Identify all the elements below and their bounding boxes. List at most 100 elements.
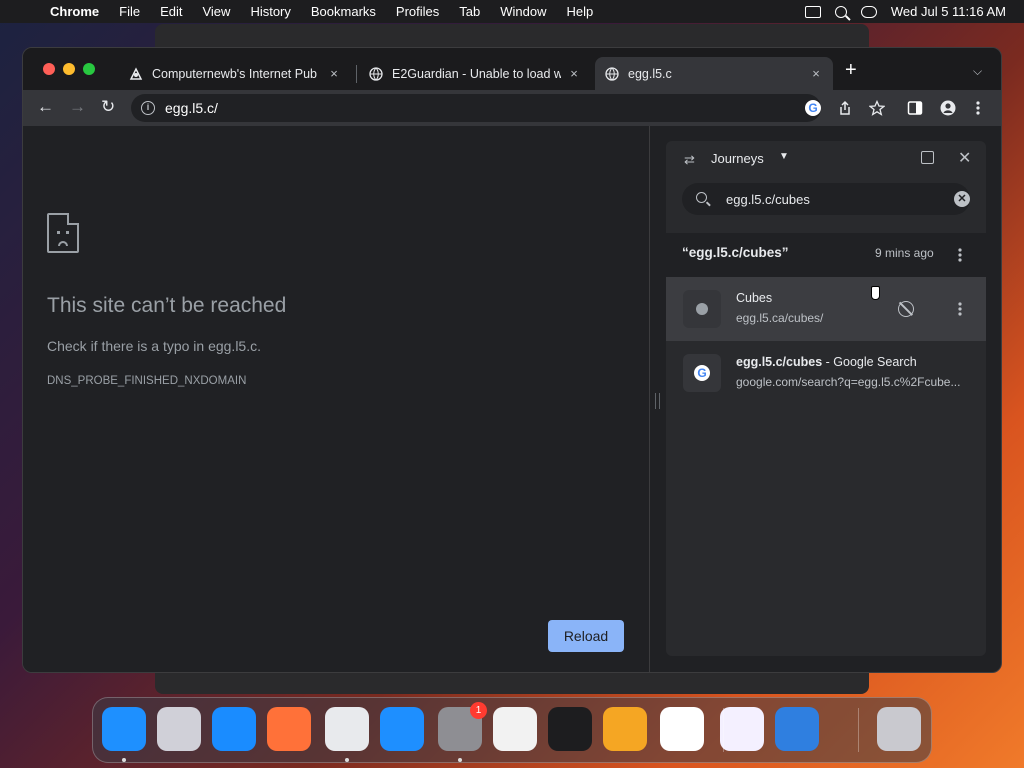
clear-search-icon[interactable]: ✕: [954, 191, 970, 207]
tab-close-icon[interactable]: ×: [567, 66, 581, 81]
globe-favicon-icon: [605, 66, 619, 81]
dock-app-store-icon[interactable]: [380, 707, 424, 751]
result-url: egg.l5.ca/cubes/: [736, 311, 824, 325]
tab-egg-l5-c[interactable]: egg.l5.c ×: [595, 57, 833, 90]
result-url: google.com/search?q=egg.l5.c%2Fcube...: [736, 375, 961, 389]
globe-icon: [696, 303, 708, 315]
address-bar[interactable]: i egg.l5.c/: [131, 94, 821, 122]
pub-favicon-icon: [129, 66, 143, 80]
menu-app-name[interactable]: Chrome: [40, 4, 109, 19]
menu-profiles[interactable]: Profiles: [386, 4, 449, 19]
journeys-search-box[interactable]: ✕: [682, 183, 970, 215]
dock-chrome-icon[interactable]: [325, 707, 369, 751]
menu-bar: Chrome File Edit View History Bookmarks …: [0, 0, 1024, 23]
dock-weather-icon[interactable]: [775, 707, 819, 751]
back-button[interactable]: ←: [37, 98, 54, 116]
menu-edit[interactable]: Edit: [150, 4, 192, 19]
journey-result-item[interactable]: G egg.l5.c/cubes - Google Search google.…: [666, 341, 986, 405]
menu-bar-status: Wed Jul 5 11:16 AM: [804, 4, 1024, 19]
dock-visual-studio-icon[interactable]: [720, 707, 764, 751]
hide-result-icon[interactable]: [898, 301, 914, 317]
open-in-new-tab-icon[interactable]: [921, 151, 934, 164]
window-minimize-button[interactable]: [63, 63, 75, 75]
control-center-icon[interactable]: [860, 5, 877, 18]
browser-window: Computernewb's Internet Pub × E2Guardian…: [22, 47, 1002, 673]
globe-favicon-icon: [369, 66, 383, 81]
tab-title: egg.l5.c: [628, 66, 672, 81]
menu-help[interactable]: Help: [557, 4, 604, 19]
result-title-query: egg.l5.c/cubes: [736, 355, 823, 369]
screen-mirroring-icon[interactable]: [804, 5, 821, 18]
browser-menu-kebab-icon[interactable]: [975, 100, 981, 116]
chevron-down-icon[interactable]: ▼: [779, 151, 789, 162]
result-menu-kebab-icon[interactable]: [957, 301, 963, 317]
sad-page-icon: [47, 213, 79, 253]
address-bar-url[interactable]: egg.l5.c/: [165, 100, 218, 116]
menu-view[interactable]: View: [192, 4, 240, 19]
result-title: egg.l5.c/cubes - Google Search: [736, 355, 917, 369]
tab-separator: [356, 65, 357, 83]
reload-page-button[interactable]: Reload: [548, 620, 624, 652]
window-zoom-button[interactable]: [83, 63, 95, 75]
tab-e2guardian[interactable]: E2Guardian - Unable to load w ×: [359, 57, 591, 90]
dock-running-indicator: [345, 758, 349, 762]
reload-button[interactable]: ↻: [101, 98, 115, 116]
sad-page-eyes-icon: [57, 231, 69, 234]
journey-result-item[interactable]: Cubes egg.l5.ca/cubes/: [666, 277, 986, 341]
tab-search-chevron-icon[interactable]: ⌵: [973, 64, 982, 79]
menu-tab[interactable]: Tab: [449, 4, 490, 19]
cluster-menu-kebab-icon[interactable]: [957, 247, 963, 263]
result-title: Cubes: [736, 291, 773, 305]
side-panel-resize-handle[interactable]: [655, 393, 660, 409]
dock-terminal-icon[interactable]: [548, 707, 592, 751]
dock-separator: [723, 708, 724, 752]
result-title-suffix: - Google Search: [822, 355, 917, 369]
error-message: Check if there is a typo in egg.l5.c.: [47, 338, 261, 354]
error-title: This site can’t be reached: [47, 294, 287, 317]
search-icon: [696, 192, 707, 203]
forward-button[interactable]: →: [69, 98, 86, 116]
dock-trash-icon[interactable]: [877, 707, 921, 751]
result-favicon-tile: G: [683, 354, 721, 392]
tab-computernewb[interactable]: Computernewb's Internet Pub ×: [119, 57, 351, 90]
menu-file[interactable]: File: [109, 4, 150, 19]
new-tab-button[interactable]: +: [845, 60, 857, 80]
cluster-time: 9 mins ago: [875, 246, 934, 260]
tab-title: E2Guardian - Unable to load w: [392, 66, 561, 81]
dock-launchpad-icon[interactable]: [157, 707, 201, 751]
error-code: DNS_PROBE_FINISHED_NXDOMAIN: [47, 375, 247, 387]
google-lens-icon[interactable]: G: [805, 100, 821, 116]
dock-vscode-icon[interactable]: [660, 707, 704, 751]
dock-safari-icon[interactable]: [212, 707, 256, 751]
side-panel-header: ⇄ Journeys ▼ ✕: [666, 141, 986, 177]
journeys-search-input[interactable]: [726, 190, 926, 208]
tab-strip: Computernewb's Internet Pub × E2Guardian…: [23, 48, 1001, 90]
side-panel-icon[interactable]: [907, 100, 923, 116]
side-panel-divider: [649, 126, 650, 672]
journey-cluster-header: “egg.l5.c/cubes” 9 mins ago: [666, 233, 986, 277]
notification-badge: 1: [470, 702, 487, 719]
side-panel-title[interactable]: Journeys: [711, 151, 764, 166]
site-info-icon[interactable]: i: [141, 101, 155, 115]
cluster-title[interactable]: “egg.l5.c/cubes”: [682, 245, 789, 260]
window-close-button[interactable]: [43, 63, 55, 75]
menu-bookmarks[interactable]: Bookmarks: [301, 4, 386, 19]
journeys-icon: ⇄: [684, 152, 695, 167]
dock-finder-icon[interactable]: [102, 707, 146, 751]
result-favicon-tile: [683, 290, 721, 328]
dock-textedit-icon[interactable]: [493, 707, 537, 751]
profile-avatar-icon[interactable]: [940, 100, 956, 116]
bookmark-star-icon[interactable]: [869, 100, 885, 116]
dock-firefox-icon[interactable]: [267, 707, 311, 751]
share-icon[interactable]: [837, 100, 853, 116]
menu-bar-clock[interactable]: Wed Jul 5 11:16 AM: [891, 4, 1006, 19]
spotlight-search-icon[interactable]: [834, 5, 847, 18]
browser-toolbar: ← → ↻ i egg.l5.c/ G: [23, 90, 1001, 126]
journeys-side-panel: ⇄ Journeys ▼ ✕ ✕ “egg.l5.c/cubes” 9 mins…: [666, 141, 986, 656]
dock-garageband-icon[interactable]: [603, 707, 647, 751]
menu-window[interactable]: Window: [490, 4, 556, 19]
close-icon[interactable]: ✕: [958, 148, 971, 168]
tab-close-icon[interactable]: ×: [327, 66, 341, 81]
tab-close-icon[interactable]: ×: [809, 66, 823, 81]
menu-history[interactable]: History: [240, 4, 300, 19]
